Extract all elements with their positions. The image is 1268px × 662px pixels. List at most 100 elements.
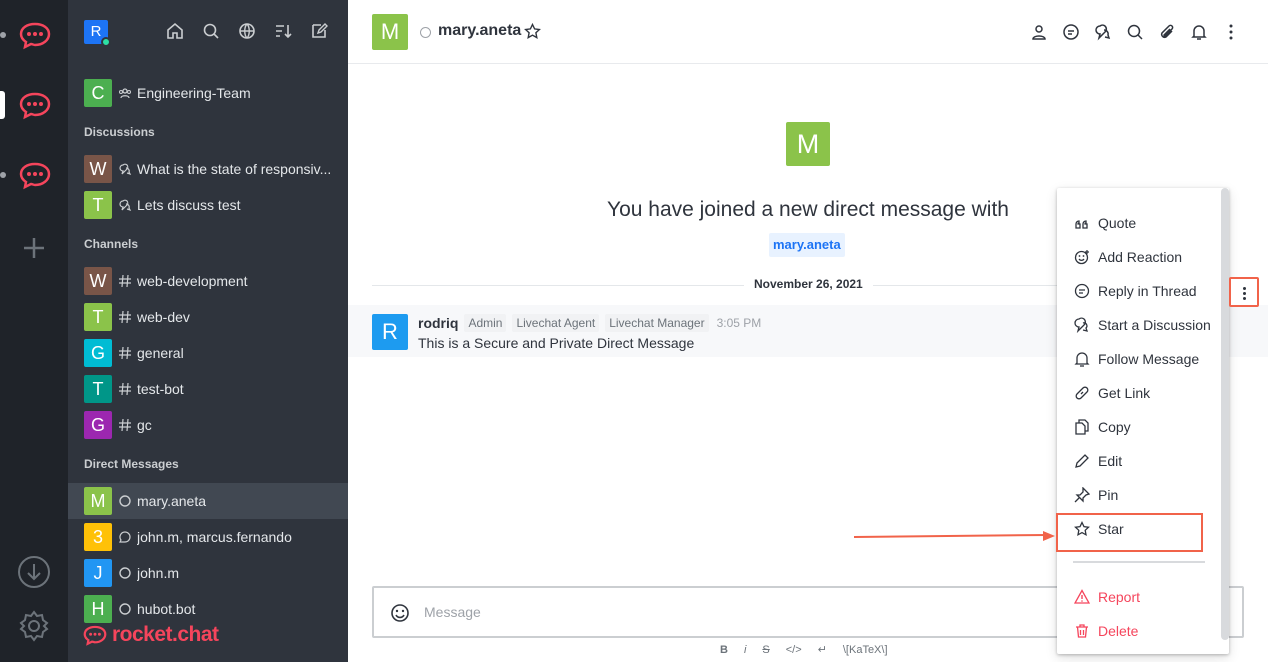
search-icon[interactable] bbox=[202, 22, 220, 40]
hash-icon bbox=[119, 346, 131, 360]
menu-scrollbar[interactable] bbox=[1221, 188, 1229, 640]
online-status-dot bbox=[101, 37, 111, 47]
strikethrough-button[interactable]: S bbox=[762, 644, 769, 656]
menu-item-edit[interactable]: Edit bbox=[1074, 449, 1122, 473]
kebab-dot bbox=[1243, 292, 1246, 295]
directory-globe-icon[interactable] bbox=[238, 22, 256, 40]
menu-separator bbox=[1073, 561, 1205, 563]
sidebar-header: R bbox=[68, 0, 348, 64]
room-avatar: T bbox=[84, 191, 112, 219]
download-icon[interactable] bbox=[17, 555, 51, 589]
home-icon[interactable] bbox=[166, 22, 184, 40]
role-badge: Livechat Manager bbox=[605, 314, 709, 332]
room-avatar: W bbox=[84, 155, 112, 183]
room-avatar[interactable]: M bbox=[372, 14, 408, 50]
rocketchat-logo: rocket.chat bbox=[82, 623, 219, 647]
create-new-icon[interactable] bbox=[310, 22, 328, 40]
kebab-menu-icon[interactable] bbox=[1222, 23, 1240, 41]
settings-gear-icon[interactable] bbox=[17, 609, 51, 643]
room-avatar: 3 bbox=[84, 523, 112, 551]
link-icon bbox=[1075, 386, 1089, 400]
room-avatar: W bbox=[84, 267, 112, 295]
notification-bell-icon[interactable] bbox=[1190, 23, 1208, 41]
brand-name: rocket.chat bbox=[112, 623, 219, 646]
sidebar-item-discussion[interactable]: W What is the state of responsiv... bbox=[68, 151, 348, 187]
menu-item-quote[interactable]: Quote bbox=[1074, 211, 1136, 235]
katex-button[interactable]: \[KaTeX\] bbox=[843, 644, 888, 656]
room-header: M mary.aneta bbox=[348, 0, 1268, 64]
room-avatar: G bbox=[84, 411, 112, 439]
message-timestamp: 3:05 PM bbox=[716, 316, 762, 330]
sidebar-item-label: What is the state of responsiv... bbox=[137, 161, 332, 177]
status-offline-icon bbox=[420, 27, 431, 38]
sidebar-item-channel[interactable]: T web-dev bbox=[68, 299, 348, 335]
status-offline-icon bbox=[119, 495, 131, 507]
sidebar-item-engineering-team[interactable]: C Engineering-Team bbox=[68, 75, 348, 111]
threads-icon[interactable] bbox=[1062, 23, 1080, 41]
section-heading-discussions: Discussions bbox=[84, 125, 155, 139]
menu-item-label: Reply in Thread bbox=[1098, 283, 1197, 299]
message-avatar[interactable]: R bbox=[372, 314, 408, 350]
menu-item-get-link[interactable]: Get Link bbox=[1074, 381, 1150, 405]
rocketchat-server-icon[interactable] bbox=[18, 90, 52, 120]
message-input[interactable] bbox=[424, 600, 1024, 624]
add-server-icon[interactable] bbox=[22, 236, 46, 260]
menu-item-start-discussion[interactable]: Start a Discussion bbox=[1074, 313, 1211, 337]
copy-icon bbox=[1075, 419, 1089, 435]
sidebar-item-discussion[interactable]: T Lets discuss test bbox=[68, 187, 348, 223]
menu-item-label: Get Link bbox=[1098, 385, 1151, 401]
message-username[interactable]: rodriq bbox=[418, 315, 458, 331]
server-unread-dot bbox=[0, 32, 6, 38]
user-avatar[interactable]: R bbox=[84, 20, 111, 47]
active-server-indicator bbox=[0, 91, 5, 119]
quote-icon bbox=[1075, 220, 1088, 229]
menu-item-add-reaction[interactable]: Add Reaction bbox=[1074, 245, 1182, 269]
bold-button[interactable]: B bbox=[720, 644, 728, 656]
server-rail bbox=[0, 0, 68, 662]
sort-icon[interactable] bbox=[274, 22, 292, 40]
warning-icon bbox=[1074, 589, 1090, 604]
user-info-icon[interactable] bbox=[1030, 23, 1048, 41]
sidebar: R C Engineering-Team Discussions W What … bbox=[68, 0, 348, 662]
sidebar-item-channel[interactable]: W web-development bbox=[68, 263, 348, 299]
favorite-star-icon[interactable] bbox=[524, 23, 541, 40]
emoji-icon[interactable] bbox=[390, 603, 410, 623]
sidebar-item-channel[interactable]: G general bbox=[68, 335, 348, 371]
search-messages-icon[interactable] bbox=[1126, 23, 1144, 41]
menu-item-pin[interactable]: Pin bbox=[1074, 483, 1118, 507]
code-button[interactable]: </> bbox=[786, 644, 802, 656]
sidebar-item-channel[interactable]: G gc bbox=[68, 407, 348, 443]
menu-item-reply-in-thread[interactable]: Reply in Thread bbox=[1074, 279, 1197, 303]
intro-username-mention[interactable]: mary.aneta bbox=[769, 233, 845, 257]
sidebar-item-dm-mary-aneta[interactable]: M mary.aneta bbox=[68, 483, 348, 519]
thread-icon bbox=[1074, 283, 1090, 299]
rocketchat-server-icon[interactable] bbox=[18, 20, 52, 50]
sidebar-item-label: Engineering-Team bbox=[137, 85, 251, 101]
group-dm-icon bbox=[119, 531, 131, 543]
sidebar-item-dm-group[interactable]: 3 john.m, marcus.fernando bbox=[68, 519, 348, 555]
multiline-button[interactable]: ↵ bbox=[818, 643, 827, 656]
bell-icon bbox=[1074, 352, 1090, 367]
hash-icon bbox=[119, 382, 131, 396]
room-title[interactable]: mary.aneta bbox=[438, 22, 521, 40]
room-avatar: M bbox=[84, 487, 112, 515]
menu-item-report[interactable]: Report bbox=[1074, 585, 1140, 609]
menu-item-label: Report bbox=[1098, 589, 1141, 605]
menu-item-copy[interactable]: Copy bbox=[1074, 415, 1131, 439]
italic-button[interactable]: i bbox=[744, 644, 746, 656]
discussion-icon[interactable] bbox=[1094, 23, 1112, 41]
sidebar-item-label: test-bot bbox=[137, 381, 184, 397]
sidebar-item-channel[interactable]: T test-bot bbox=[68, 371, 348, 407]
trash-icon bbox=[1076, 624, 1088, 638]
menu-item-follow-message[interactable]: Follow Message bbox=[1074, 347, 1199, 371]
formatting-toolbar: B i S </> ↵ \[KaTeX\] bbox=[720, 643, 888, 657]
attachment-icon[interactable] bbox=[1158, 23, 1176, 41]
sidebar-item-dm[interactable]: J john.m bbox=[68, 555, 348, 591]
sidebar-item-label: gc bbox=[137, 417, 152, 433]
sidebar-item-label: web-development bbox=[137, 273, 248, 289]
menu-item-delete[interactable]: Delete bbox=[1074, 619, 1138, 643]
sidebar-item-dm[interactable]: H hubot.bot bbox=[68, 591, 348, 627]
rocketchat-server-icon[interactable] bbox=[18, 160, 52, 190]
message-more-actions-button[interactable] bbox=[1229, 277, 1259, 307]
discussion-icon bbox=[119, 199, 132, 212]
